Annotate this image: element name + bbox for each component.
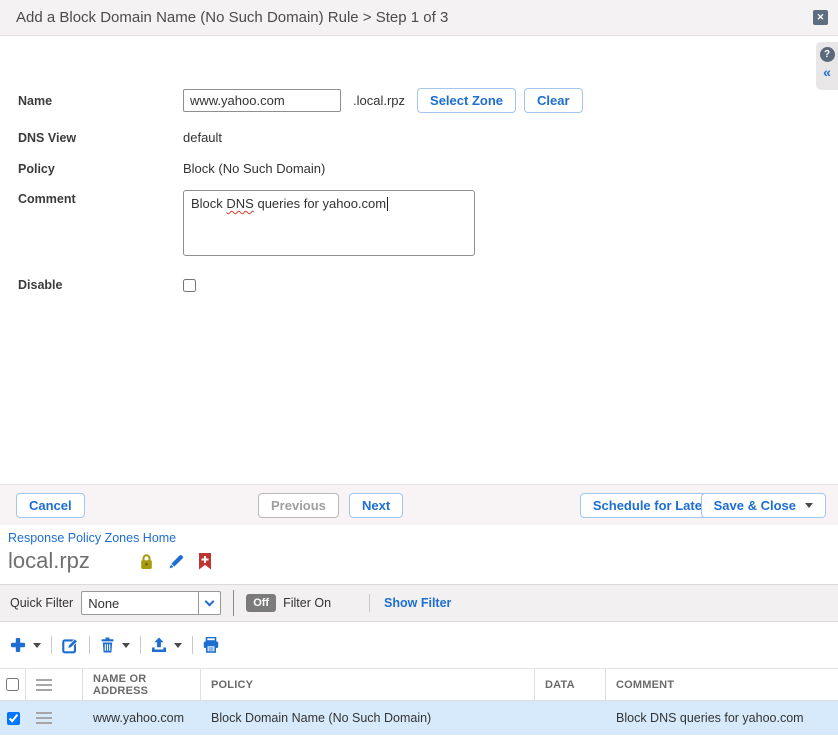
delete-trash-icon[interactable] [100, 637, 115, 653]
help-panel: ? « [816, 42, 838, 90]
divider [369, 594, 370, 612]
clear-button[interactable]: Clear [524, 88, 583, 113]
divider [233, 590, 234, 616]
quick-filter-selected-value: None [82, 596, 198, 611]
quick-filter-label: Quick Filter [10, 596, 73, 610]
breadcrumb-response-policy-zones-home[interactable]: Response Policy Zones Home [8, 531, 176, 545]
name-input[interactable] [183, 89, 341, 112]
export-dropdown-caret[interactable] [174, 643, 182, 648]
disable-row: Disable [18, 278, 196, 292]
name-label: Name [18, 94, 183, 108]
app-root: Add a Block Domain Name (No Such Domain)… [0, 0, 838, 741]
divider [89, 636, 90, 654]
divider [192, 636, 193, 654]
header-name-or-address[interactable]: NAME OR ADDRESS [83, 669, 201, 700]
collapse-icon[interactable]: « [823, 65, 831, 79]
previous-button[interactable]: Previous [258, 493, 339, 518]
row-name: www.yahoo.com [83, 701, 201, 735]
lock-icon[interactable] [138, 553, 155, 570]
dns-view-row: DNS View default [18, 130, 222, 145]
zone-name: local.rpz [8, 548, 90, 574]
select-zone-button[interactable]: Select Zone [417, 88, 516, 113]
quick-filter-select[interactable]: None [81, 591, 221, 615]
table-header-row: NAME OR ADDRESS POLICY DATA COMMENT [0, 668, 838, 701]
comment-row: Comment Block DNS queries for yahoo.com [18, 190, 475, 256]
zone-suffix: .local.rpz [353, 93, 405, 108]
filter-on-label: Filter On [283, 596, 331, 610]
name-row: Name .local.rpz Select Zone Clear [18, 88, 583, 113]
row-checkbox[interactable] [7, 712, 20, 725]
select-all-cell [0, 669, 26, 700]
next-button[interactable]: Next [349, 493, 403, 518]
save-and-close-button[interactable]: Save & Close [701, 493, 826, 518]
table-row[interactable]: www.yahoo.com Block Domain Name (No Such… [0, 701, 838, 735]
chevron-down-icon [805, 503, 813, 508]
edit-pencil-icon[interactable] [168, 553, 185, 570]
row-select-cell [0, 701, 26, 735]
help-icon[interactable]: ? [820, 47, 835, 62]
add-icon[interactable] [10, 637, 26, 653]
export-upload-icon[interactable] [151, 637, 167, 653]
header-policy[interactable]: POLICY [201, 669, 535, 700]
print-icon[interactable] [203, 637, 219, 653]
header-data[interactable]: DATA [535, 669, 606, 700]
dns-view-value: default [183, 130, 222, 145]
dns-view-label: DNS View [18, 131, 183, 145]
select-all-checkbox[interactable] [6, 678, 19, 691]
zone-actions [138, 553, 212, 570]
row-hamburger-icon[interactable] [36, 712, 52, 724]
comment-text-misspelled: DNS [226, 196, 253, 211]
policy-value: Block (No Such Domain) [183, 161, 325, 176]
add-dropdown-caret[interactable] [33, 643, 41, 648]
row-comment: Block DNS queries for yahoo.com [606, 701, 838, 735]
row-policy: Block Domain Name (No Such Domain) [201, 701, 535, 735]
header-menu-cell [26, 669, 83, 700]
edit-icon[interactable] [62, 637, 79, 654]
chevron-down-icon [205, 596, 215, 606]
disable-checkbox[interactable] [183, 279, 196, 292]
header-comment[interactable]: COMMENT [606, 669, 838, 700]
dialog-titlebar: Add a Block Domain Name (No Such Domain)… [0, 0, 838, 36]
divider [140, 636, 141, 654]
cancel-button[interactable]: Cancel [16, 493, 85, 518]
close-icon[interactable]: ✕ [813, 10, 828, 25]
text-cursor [387, 197, 388, 211]
dialog-footer: Cancel Previous Next Schedule for Later … [0, 484, 838, 525]
schedule-for-later-button[interactable]: Schedule for Later [580, 493, 720, 518]
comment-text-prefix: Block [191, 196, 226, 211]
table-toolbar [10, 631, 219, 659]
delete-dropdown-caret[interactable] [122, 643, 130, 648]
row-menu-cell [26, 701, 83, 735]
comment-input[interactable]: Block DNS queries for yahoo.com [183, 190, 475, 256]
zone-title-row: local.rpz [8, 546, 212, 576]
quick-filter-bar: Quick Filter None Off Filter On Show Fil… [0, 584, 838, 622]
save-and-close-label: Save & Close [714, 498, 796, 513]
dialog-title: Add a Block Domain Name (No Such Domain)… [16, 9, 813, 26]
select-arrow-box [198, 592, 220, 614]
disable-label: Disable [18, 278, 183, 292]
show-filter-link[interactable]: Show Filter [384, 596, 451, 610]
divider [51, 636, 52, 654]
menu-hamburger-icon[interactable] [36, 679, 52, 691]
bookmark-icon[interactable] [198, 553, 212, 570]
filter-toggle-off-badge[interactable]: Off [246, 594, 276, 612]
policy-row: Policy Block (No Such Domain) [18, 161, 325, 176]
row-data [535, 701, 606, 735]
rules-table: NAME OR ADDRESS POLICY DATA COMMENT www.… [0, 668, 838, 735]
comment-label: Comment [18, 190, 183, 206]
comment-text-suffix: queries for yahoo.com [254, 196, 386, 211]
policy-label: Policy [18, 162, 183, 176]
